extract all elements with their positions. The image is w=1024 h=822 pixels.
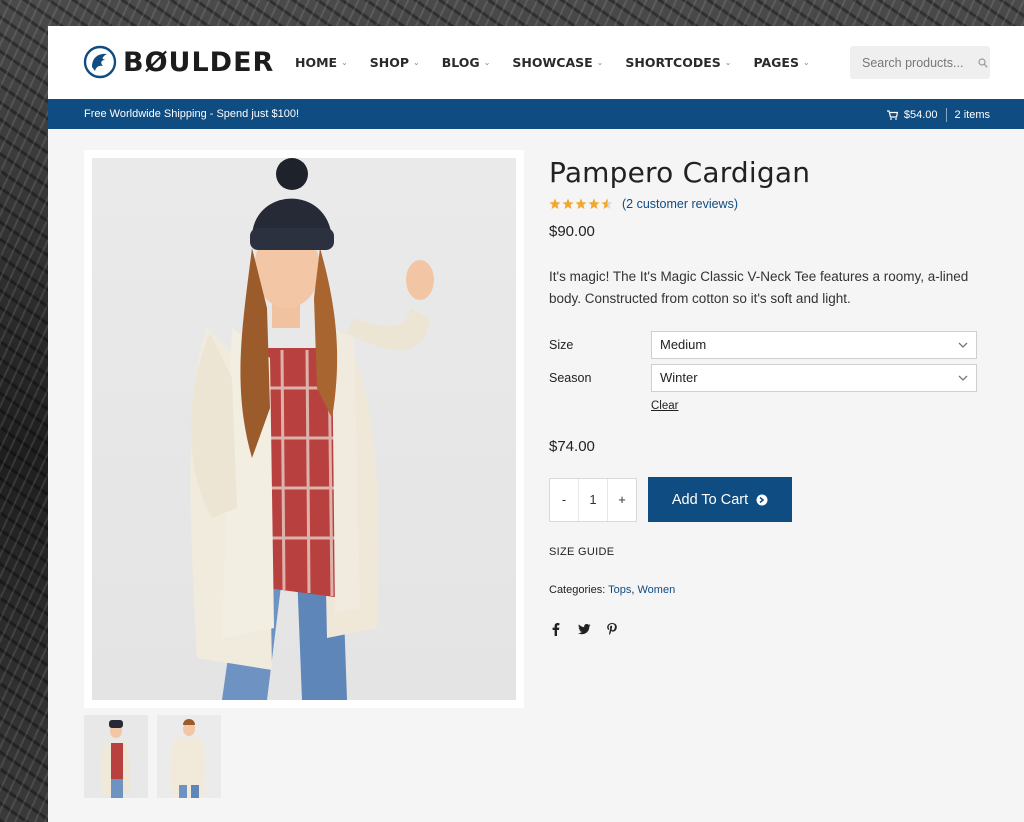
quantity-input[interactable]: 1 [578, 478, 608, 521]
variations-form: Size Medium Season Winter Clear [549, 328, 989, 414]
cart-icon [886, 110, 898, 120]
search-input[interactable] [860, 54, 974, 71]
variation-row-season: Season Winter [549, 361, 989, 394]
nav-item-pages[interactable]: PAGES ⌄ [753, 55, 809, 70]
divider [945, 108, 947, 122]
variation-label: Season [549, 370, 592, 385]
product-description: It's magic! The It's Magic Classic V-Nec… [549, 269, 969, 306]
chevron-down-icon: ⌄ [413, 58, 420, 67]
product-categories: Categories: Tops, Women [549, 584, 676, 596]
variation-row-size: Size Medium [549, 328, 989, 361]
category-link-women[interactable]: Women [638, 584, 676, 596]
facebook-icon[interactable] [549, 622, 563, 636]
nav-item-showcase[interactable]: SHOWCASE ⌄ [512, 55, 603, 70]
product-rating: (2 customer reviews) [549, 197, 989, 211]
main-nav: HOME ⌄ SHOP ⌄ BLOG ⌄ SHOWCASE ⌄ SHORTCODES ⌄ … [295, 26, 832, 99]
size-guide-link[interactable]: SIZE GUIDE [549, 546, 614, 558]
chevron-down-icon [958, 342, 968, 348]
star-icon [588, 198, 600, 209]
nav-label: PAGES [753, 55, 799, 70]
star-icon [562, 198, 574, 209]
brand-name: BØULDER [123, 46, 275, 78]
category-link-tops[interactable]: Tops [608, 584, 631, 596]
thumbnail-image [84, 715, 148, 798]
variation-label: Size [549, 337, 574, 352]
categories-label: Categories: [549, 584, 606, 596]
model-illustration [190, 158, 434, 700]
product-thumbnail-2[interactable] [157, 715, 221, 798]
chevron-down-icon: ⌄ [802, 58, 810, 67]
cart-count: 2 items [954, 109, 990, 121]
product-photo [92, 158, 516, 700]
add-to-cart-button[interactable]: Add To Cart [648, 477, 792, 522]
quantity-stepper: - 1 + [549, 477, 637, 522]
chevron-down-icon: ⌄ [596, 58, 604, 67]
quantity-decrease-button[interactable]: - [550, 479, 578, 521]
chevron-down-icon [958, 375, 968, 381]
product-summary: Pampero Cardigan (2 customer reviews) $9… [549, 156, 989, 636]
add-to-cart-label: Add To Cart [671, 491, 749, 508]
nav-label: SHORTCODES [625, 55, 721, 70]
star-rating [549, 198, 614, 210]
shipping-message: Free Worldwide Shipping - Spend just $10… [84, 108, 300, 120]
chevron-down-icon: ⌄ [341, 58, 348, 67]
variation-price: $74.00 [549, 438, 595, 455]
nav-label: BLOG [441, 55, 480, 70]
social-share [549, 622, 989, 636]
nav-item-home[interactable]: HOME ⌄ [295, 55, 348, 70]
nav-item-shortcodes[interactable]: SHORTCODES ⌄ [625, 55, 731, 70]
season-select[interactable]: Winter [651, 363, 977, 392]
select-value: Medium [660, 337, 707, 352]
quantity-increase-button[interactable]: + [608, 479, 636, 521]
size-select[interactable]: Medium [651, 330, 977, 359]
star-icon [575, 198, 587, 209]
clear-variations-link[interactable]: Clear [651, 400, 678, 412]
site-logo[interactable]: BØULDER [83, 45, 274, 79]
pinterest-icon[interactable] [605, 622, 619, 636]
page: BØULDER HOME ⌄ SHOP ⌄ BLOG ⌄ SHOWCASE ⌄ SHOR… [48, 26, 1024, 822]
search-icon[interactable] [978, 57, 988, 68]
thumbnail-image [157, 715, 221, 798]
add-to-cart-row: - 1 + Add To Cart [549, 477, 989, 522]
chevron-down-icon: ⌄ [724, 58, 732, 67]
product-image-frame[interactable] [84, 150, 524, 708]
arrow-circle-right-icon [756, 494, 768, 505]
nav-label: HOME [295, 55, 338, 70]
search-box [850, 46, 990, 79]
nav-item-shop[interactable]: SHOP ⌄ [370, 55, 420, 70]
reviews-link[interactable]: (2 customer reviews) [622, 197, 738, 211]
star-icon [549, 198, 561, 209]
chevron-down-icon: ⌄ [483, 58, 491, 67]
promo-bar: Free Worldwide Shipping - Spend just $10… [48, 99, 1024, 129]
twitter-icon[interactable] [577, 622, 591, 636]
cart-total: $54.00 [903, 109, 938, 121]
product-thumbnail-1[interactable] [84, 715, 148, 798]
mini-cart[interactable]: $54.00 2 items [886, 108, 990, 122]
site-header: BØULDER HOME ⌄ SHOP ⌄ BLOG ⌄ SHOWCASE ⌄ SHOR… [48, 26, 1024, 99]
lion-head-icon [83, 45, 117, 79]
nav-item-blog[interactable]: BLOG ⌄ [442, 55, 491, 70]
nav-label: SHOWCASE [512, 55, 593, 70]
product-title: Pampero Cardigan [549, 156, 811, 189]
select-value: Winter [660, 370, 698, 385]
star-half-icon [601, 198, 613, 209]
product-price: $90.00 [549, 223, 595, 240]
nav-label: SHOP [369, 55, 410, 70]
